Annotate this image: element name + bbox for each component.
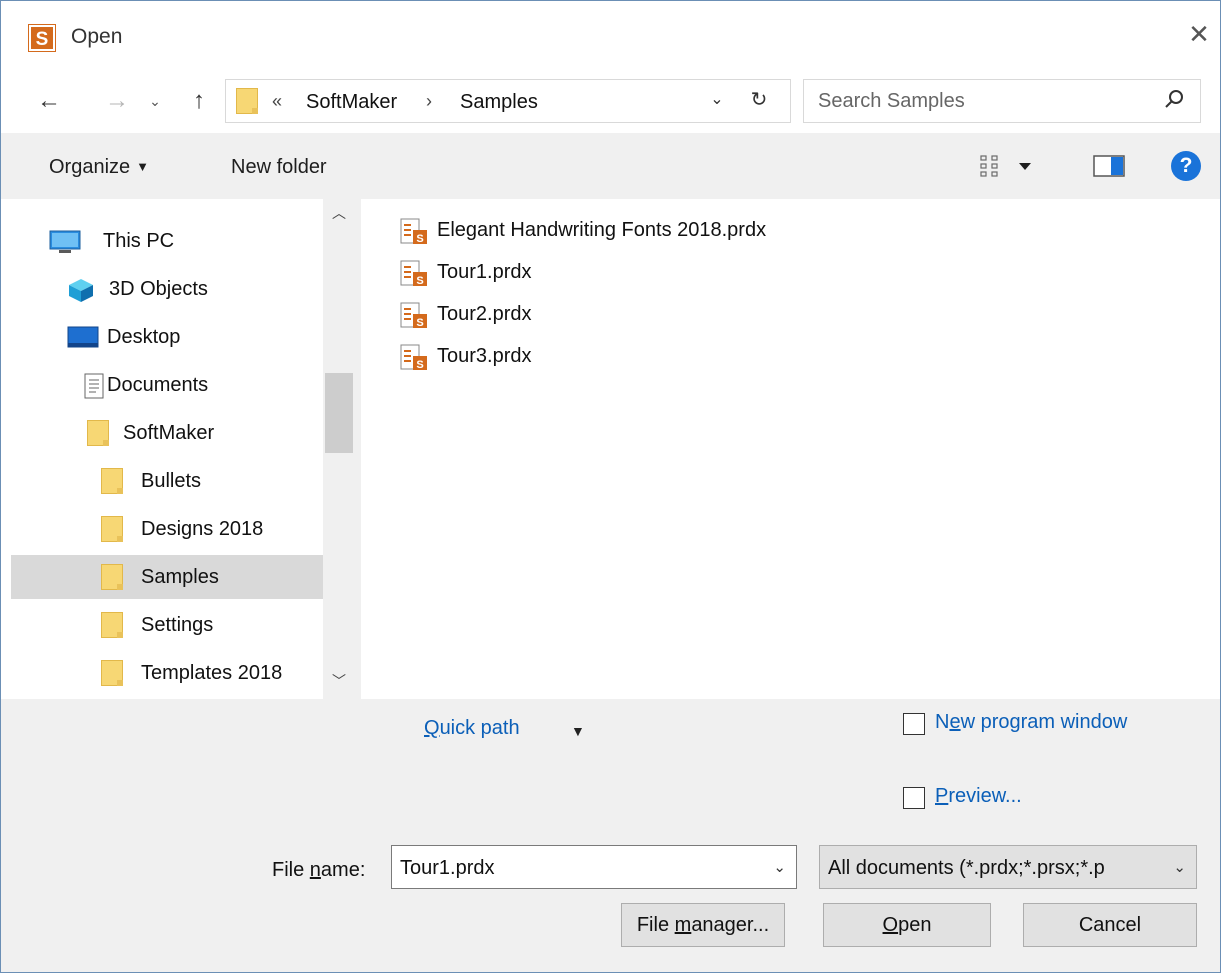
tree-item-bullets[interactable]: Bullets bbox=[11, 459, 323, 503]
scroll-down-arrow-icon[interactable]: ﹀ bbox=[323, 671, 355, 695]
file-name-label: Tour1.prdx bbox=[437, 261, 532, 283]
chevron-down-icon[interactable]: ⌄ bbox=[1173, 858, 1186, 876]
tree-item-3d-objects[interactable]: 3D Objects bbox=[11, 267, 323, 311]
file-type-value: All documents (*.prdx;*.prsx;*.p bbox=[828, 857, 1105, 879]
prdx-file-icon: S bbox=[400, 260, 427, 287]
organize-button[interactable]: Organize ▼ bbox=[49, 156, 149, 179]
folder-icon bbox=[87, 420, 109, 446]
navigation-bar: ← → ⌄ ↑ « SoftMaker › Samples ⌄ ↻ bbox=[1, 73, 1220, 133]
cube-3d-icon bbox=[67, 277, 95, 309]
desktop-icon bbox=[67, 325, 99, 355]
softmaker-app-icon: S bbox=[28, 24, 56, 52]
folder-icon bbox=[236, 88, 258, 114]
search-icon[interactable] bbox=[1162, 88, 1186, 112]
computer-icon bbox=[49, 229, 81, 261]
search-box[interactable] bbox=[803, 79, 1201, 123]
breadcrumb-samples[interactable]: Samples bbox=[460, 91, 538, 114]
tree-item-label: 3D Objects bbox=[109, 278, 208, 300]
file-name-label: File name: bbox=[272, 859, 366, 881]
tree-item-label: Samples bbox=[141, 566, 219, 588]
file-name-label: Tour2.prdx bbox=[437, 303, 532, 325]
address-bar[interactable]: « SoftMaker › Samples ⌄ ↻ bbox=[225, 79, 791, 123]
tree-item-label: Designs 2018 bbox=[141, 518, 264, 540]
chevron-down-icon[interactable]: ⌄ bbox=[706, 89, 728, 109]
tree-item-label: Desktop bbox=[107, 326, 181, 348]
file-type-select[interactable]: All documents (*.prdx;*.prsx;*.p ⌄ bbox=[819, 845, 1197, 889]
title-bar: S Open ✕ bbox=[1, 1, 1220, 73]
dialog-title: Open bbox=[71, 25, 123, 48]
close-icon[interactable]: ✕ bbox=[1186, 19, 1212, 49]
file-list[interactable]: S Elegant Handwriting Fonts 2018.prdx S Tou… bbox=[361, 199, 1220, 699]
tree-item-designs-2018[interactable]: Designs 2018 bbox=[11, 507, 323, 551]
svg-text:S: S bbox=[416, 317, 423, 329]
quick-path-link[interactable]: Quick path bbox=[424, 717, 520, 740]
back-arrow-icon[interactable]: ← bbox=[33, 83, 65, 119]
quick-path-label: uick path bbox=[439, 717, 520, 739]
new-program-window-checkbox[interactable] bbox=[903, 713, 925, 735]
file-name-combobox[interactable]: Tour1.prdx ⌄ bbox=[391, 845, 797, 889]
chevron-down-icon[interactable]: ⌄ bbox=[773, 858, 786, 876]
tree-item-samples[interactable]: Samples bbox=[11, 555, 323, 599]
command-toolbar: Organize ▼ New folder ? bbox=[1, 133, 1220, 199]
nav-scrollbar[interactable]: ︿ ﹀ bbox=[323, 199, 355, 699]
new-folder-button[interactable]: New folder bbox=[231, 156, 327, 179]
prdx-file-icon: S bbox=[400, 302, 427, 329]
tree-item-label: Settings bbox=[141, 614, 214, 636]
tree-item-templates-2018[interactable]: Templates 2018 bbox=[11, 651, 323, 695]
file-manager-button[interactable]: File manager... bbox=[621, 903, 785, 947]
navigation-pane: This PC 3D Objects Desktop Documents SoftMak… bbox=[1, 199, 355, 699]
folder-icon bbox=[101, 564, 123, 590]
svg-text:S: S bbox=[416, 359, 423, 371]
preview-pane-icon[interactable] bbox=[1093, 155, 1125, 177]
tree-item-label: Documents bbox=[107, 374, 209, 396]
prdx-file-icon: S bbox=[400, 344, 427, 371]
file-name-label: Tour3.prdx bbox=[437, 345, 532, 367]
tree-item-this-pc[interactable]: This PC bbox=[11, 219, 323, 263]
change-view-icon[interactable] bbox=[979, 153, 1035, 179]
tree-item-label: This PC bbox=[103, 230, 175, 252]
folder-icon bbox=[101, 468, 123, 494]
breadcrumb-separator[interactable]: › bbox=[426, 91, 432, 112]
caret-down-icon: ▼ bbox=[136, 159, 150, 174]
forward-arrow-icon[interactable]: → bbox=[101, 83, 133, 119]
cancel-button[interactable]: Cancel bbox=[1023, 903, 1197, 947]
breadcrumb-overflow[interactable]: « bbox=[272, 91, 282, 112]
file-name-field[interactable]: Tour1.prdx bbox=[400, 857, 495, 880]
svg-text:S: S bbox=[416, 233, 423, 245]
breadcrumb-softmaker[interactable]: SoftMaker bbox=[306, 91, 397, 114]
documents-icon bbox=[83, 373, 107, 407]
new-program-window-link[interactable]: New program window bbox=[935, 711, 1127, 734]
scroll-up-arrow-icon[interactable]: ︿ bbox=[323, 203, 355, 227]
search-input[interactable] bbox=[818, 88, 1148, 114]
tree-item-softmaker[interactable]: SoftMaker bbox=[11, 411, 323, 455]
tree-item-label: Templates 2018 bbox=[141, 662, 283, 684]
scroll-thumb[interactable] bbox=[325, 373, 353, 453]
tree-item-label: SoftMaker bbox=[123, 422, 215, 444]
open-dialog: S Open ✕ ← → ⌄ ↑ « SoftMaker › Samples ⌄… bbox=[0, 0, 1221, 973]
quick-path-accel: Q bbox=[424, 717, 440, 739]
prdx-file-icon: S bbox=[400, 218, 427, 245]
open-button[interactable]: Open bbox=[823, 903, 991, 947]
tree-item-desktop[interactable]: Desktop bbox=[11, 315, 323, 359]
folder-icon bbox=[101, 612, 123, 638]
caret-down-icon[interactable]: ▼ bbox=[571, 723, 585, 739]
folder-icon bbox=[101, 516, 123, 542]
file-name-label: Elegant Handwriting Fonts 2018.prdx bbox=[437, 219, 767, 241]
folder-icon bbox=[101, 660, 123, 686]
tree-item-documents[interactable]: Documents bbox=[11, 363, 323, 407]
up-arrow-icon[interactable]: ↑ bbox=[183, 83, 215, 119]
preview-link[interactable]: Preview... bbox=[935, 785, 1022, 808]
organize-label: Organize bbox=[49, 156, 131, 178]
tree-item-label: Bullets bbox=[141, 470, 202, 492]
tree-item-settings[interactable]: Settings bbox=[11, 603, 323, 647]
preview-checkbox[interactable] bbox=[903, 787, 925, 809]
refresh-icon[interactable]: ↻ bbox=[746, 87, 772, 112]
help-icon[interactable]: ? bbox=[1171, 151, 1201, 181]
recent-locations-chevron-icon[interactable]: ⌄ bbox=[145, 83, 165, 119]
svg-text:S: S bbox=[416, 275, 423, 287]
